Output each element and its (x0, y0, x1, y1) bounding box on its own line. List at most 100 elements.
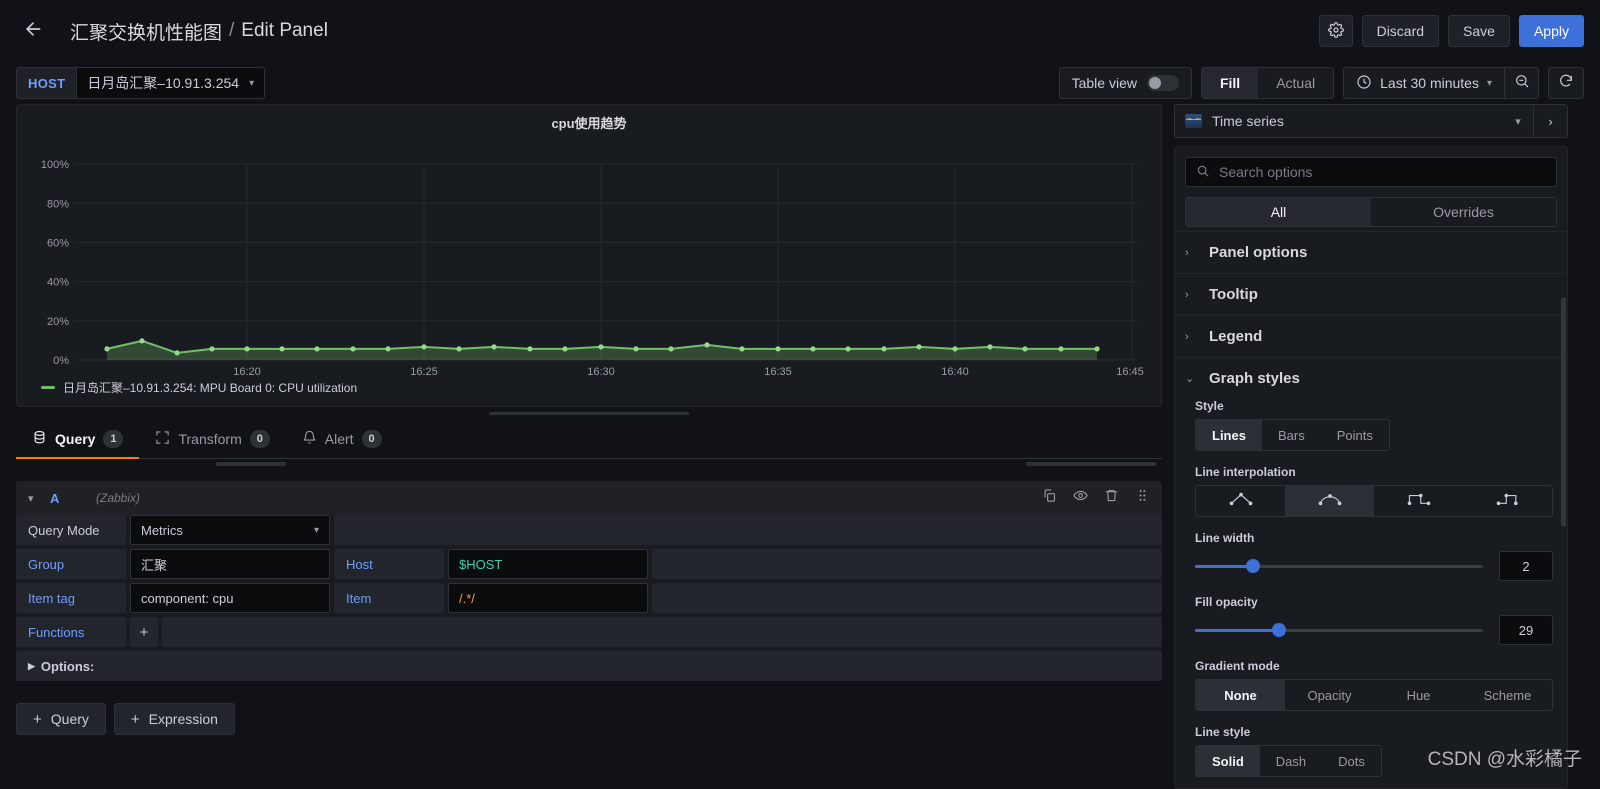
item-input[interactable]: /.*/ (448, 583, 648, 613)
slider-thumb[interactable] (1245, 559, 1260, 573)
query-mode-select[interactable]: Metrics ▾ (130, 515, 330, 545)
trash-icon[interactable] (1104, 488, 1119, 508)
time-range-label: Last 30 minutes (1380, 75, 1479, 91)
group-value: 汇聚 (141, 557, 168, 573)
time-range-button[interactable]: Last 30 minutes ▾ (1344, 68, 1504, 98)
table-view-switch[interactable] (1146, 75, 1179, 91)
style-option-points[interactable]: Points (1321, 420, 1389, 450)
section-tooltip[interactable]: › Tooltip (1175, 273, 1567, 315)
tab-query[interactable]: Query 1 (16, 419, 140, 459)
breadcrumb-separator: / (229, 20, 235, 41)
panel-settings-button[interactable] (1318, 15, 1353, 47)
legend-series-label: 日月岛汇聚–10.91.3.254: MPU Board 0: CPU util… (63, 381, 358, 395)
panel-resize-handle[interactable] (16, 407, 1162, 419)
chevron-right-icon: › (1185, 330, 1189, 343)
slider-thumb[interactable] (1271, 623, 1286, 637)
actual-option[interactable]: Actual (1258, 68, 1333, 98)
options-scrollbar[interactable] (1561, 297, 1566, 527)
segment-overrides[interactable]: Overrides (1371, 198, 1556, 226)
item-value: /.*/ (459, 590, 475, 606)
visualization-chevron[interactable]: ▾ (1503, 105, 1533, 137)
gradient-option-hue[interactable]: Hue (1374, 680, 1463, 710)
add-query-row: + Query + Expression (16, 681, 1162, 735)
add-query-button[interactable]: + Query (16, 703, 106, 735)
query-collapse-toggle[interactable]: ▾ (28, 492, 50, 505)
host-value: $HOST (459, 556, 503, 572)
back-button[interactable] (16, 14, 50, 48)
style-option-lines[interactable]: Lines (1196, 420, 1262, 450)
zoom-out-button[interactable] (1504, 68, 1538, 98)
chart-area-fill (107, 340, 1097, 360)
item-label: Item (334, 583, 444, 613)
line-style-option-solid[interactable]: Solid (1196, 746, 1260, 776)
query-options-label: Options: (40, 658, 95, 674)
section-tooltip-title: Tooltip (1209, 286, 1258, 303)
copy-icon[interactable] (1042, 488, 1057, 508)
fill-opacity-value[interactable]: 29 (1499, 615, 1553, 645)
discard-button[interactable]: Discard (1361, 15, 1440, 47)
section-panel-options[interactable]: › Panel options (1175, 231, 1567, 273)
section-legend[interactable]: › Legend (1175, 315, 1567, 357)
dashboard-title[interactable]: 汇聚交换机性能图 (70, 18, 222, 45)
collapse-options-pane-button[interactable]: › (1533, 105, 1567, 137)
item-tag-input[interactable]: component: cpu (130, 583, 330, 613)
segment-all[interactable]: All (1186, 198, 1371, 226)
line-width-slider[interactable] (1195, 556, 1483, 576)
query-options-toggle[interactable]: ▶ Options: (16, 651, 1162, 681)
search-options-field[interactable]: Search options (1185, 157, 1557, 187)
resize-bar (489, 411, 689, 415)
tabs-scrollbar-right[interactable] (1026, 462, 1156, 466)
query-ref-id[interactable]: A (50, 491, 96, 506)
chart-legend[interactable]: 日月岛汇聚–10.91.3.254: MPU Board 0: CPU util… (17, 375, 1161, 406)
svg-text:16:25: 16:25 (410, 366, 438, 375)
add-expression-button[interactable]: + Expression (113, 703, 235, 735)
zoom-out-icon (1514, 73, 1530, 94)
line-style-option-dash[interactable]: Dash (1260, 746, 1322, 776)
host-variable-label: HOST (16, 67, 77, 99)
chevron-down-icon: ⌄ (1185, 373, 1195, 385)
style-field: Style Lines Bars Points (1195, 399, 1553, 451)
section-graph-styles[interactable]: ⌄ Graph styles (1175, 357, 1567, 399)
host-variable-select[interactable]: 日月岛汇聚–10.91.3.254 ▾ (76, 67, 266, 99)
line-style-option-dots[interactable]: Dots (1322, 746, 1381, 776)
transform-icon (155, 430, 170, 448)
style-option-bars[interactable]: Bars (1262, 420, 1321, 450)
add-function-button[interactable]: + (130, 617, 158, 647)
gradient-option-scheme[interactable]: Scheme (1463, 680, 1552, 710)
interpolation-smooth-option[interactable] (1285, 486, 1374, 516)
chevron-right-icon: › (1548, 113, 1553, 129)
table-view-toggle[interactable]: Table view (1058, 67, 1192, 99)
interpolation-step-after-option[interactable] (1463, 486, 1552, 516)
plus-icon: + (33, 710, 42, 728)
section-panel-options-title: Panel options (1209, 244, 1308, 261)
interpolation-step-before-option[interactable] (1374, 486, 1463, 516)
refresh-button[interactable] (1548, 67, 1584, 99)
line-width-value[interactable]: 2 (1499, 551, 1553, 581)
host-input[interactable]: $HOST (448, 549, 648, 579)
main-content: cpu使用趋势 100% 80% 60% 40% 20% 0% 16:20 16… (0, 104, 1600, 789)
interpolation-linear-option[interactable] (1196, 486, 1285, 516)
tabs-scrollbar-left[interactable] (216, 462, 286, 466)
chart-canvas[interactable]: 100% 80% 60% 40% 20% 0% 16:20 16:25 16:3… (17, 134, 1161, 375)
fill-option[interactable]: Fill (1201, 68, 1259, 98)
query-fields: Query Mode Metrics ▾ Group 汇聚 Host $HOST… (16, 515, 1162, 681)
add-expression-label: Expression (148, 711, 218, 727)
plus-icon: + (130, 710, 140, 728)
apply-button[interactable]: Apply (1518, 15, 1584, 47)
group-input[interactable]: 汇聚 (130, 549, 330, 579)
search-options-placeholder: Search options (1219, 164, 1313, 180)
fill-opacity-slider[interactable] (1195, 620, 1483, 640)
gradient-option-none[interactable]: None (1196, 680, 1285, 710)
panel-view-controls: Table view Fill Actual Last 30 minutes ▾ (1058, 67, 1584, 99)
visualization-select[interactable]: Time series (1175, 105, 1503, 137)
drag-handle-icon[interactable] (1135, 488, 1150, 508)
section-legend-title: Legend (1209, 328, 1263, 345)
save-button[interactable]: Save (1448, 15, 1510, 47)
eye-icon[interactable] (1073, 488, 1088, 508)
slider-fill (1195, 564, 1253, 568)
tab-transform[interactable]: Transform 0 (139, 419, 285, 458)
tab-alert[interactable]: Alert 0 (286, 419, 398, 458)
gradient-option-opacity[interactable]: Opacity (1285, 680, 1374, 710)
svg-text:60%: 60% (47, 237, 69, 249)
top-bar: 汇聚交换机性能图 / Edit Panel Discard Save Apply (0, 0, 1600, 62)
